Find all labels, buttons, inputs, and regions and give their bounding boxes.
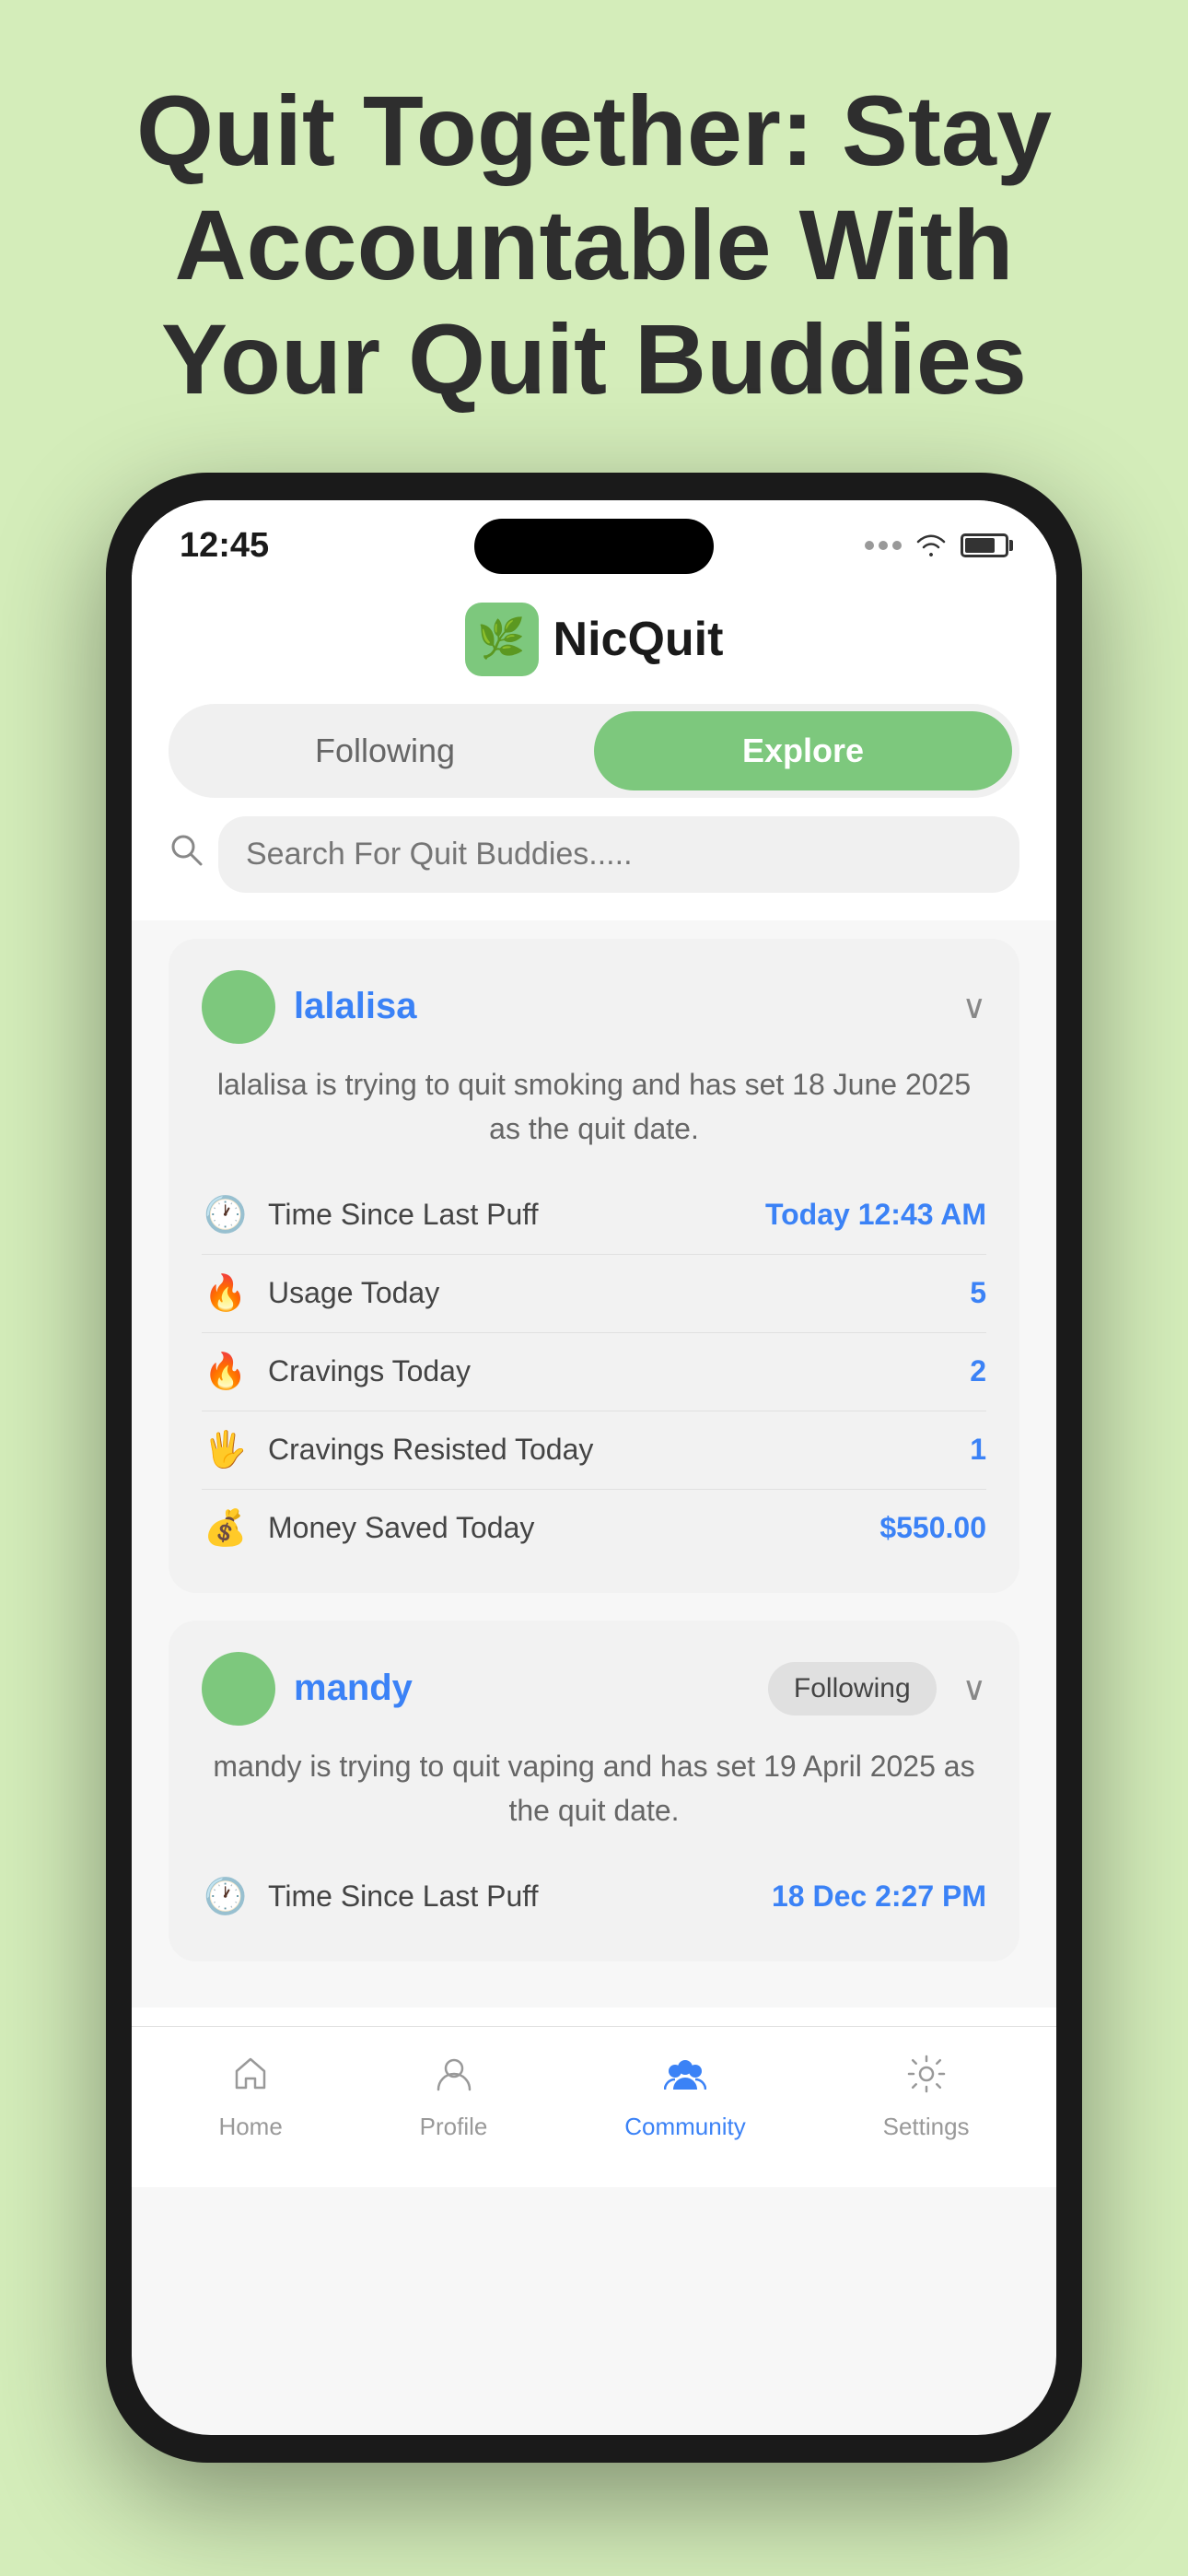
clock-icon: 🕐 [202, 1195, 250, 1235]
stat-usage-today: 🔥 Usage Today 5 [202, 1254, 986, 1332]
clock-icon-mandy: 🕐 [202, 1877, 250, 1917]
stats-list-mandy: 🕐 Time Since Last Puff 18 Dec 2:27 PM [202, 1858, 986, 1936]
stat-label-money: Money Saved Today [268, 1511, 861, 1545]
stat-time-since-puff-mandy: 🕐 Time Since Last Puff 18 Dec 2:27 PM [202, 1858, 986, 1936]
stat-label-time: Time Since Last Puff [268, 1198, 747, 1232]
stat-label-time-mandy: Time Since Last Puff [268, 1879, 753, 1914]
card-header-lalalisa: lalalisa ∨ [202, 970, 986, 1044]
user-description-mandy: mandy is trying to quit vaping and has s… [202, 1744, 986, 1832]
fire-icon-cravings: 🔥 [202, 1352, 250, 1392]
stat-value-cravings: 2 [970, 1354, 986, 1388]
app-icon: 🌿 [465, 603, 539, 676]
tab-switcher: Following Explore [169, 704, 1019, 798]
card-header-mandy: mandy Following ∨ [202, 1652, 986, 1726]
user-card-lalalisa: lalalisa ∨ lalalisa is trying to quit sm… [169, 939, 1019, 1593]
app-content: 🌿 NicQuit Following Explore [132, 575, 1056, 2026]
wifi-icon [914, 531, 948, 561]
money-icon: 💰 [202, 1508, 250, 1549]
nav-home-label: Home [218, 2113, 282, 2141]
stat-value-usage: 5 [970, 1276, 986, 1310]
avatar-mandy [202, 1652, 275, 1726]
search-input[interactable] [218, 816, 1019, 893]
hand-icon: 🖐️ [202, 1430, 250, 1470]
signal-dots [865, 541, 902, 550]
phone-frame: 12:45 [106, 473, 1082, 2463]
tab-following[interactable]: Following [176, 711, 594, 790]
stat-label-cravings: Cravings Today [268, 1354, 951, 1388]
stat-value-money: $550.00 [879, 1511, 986, 1545]
stat-time-since-puff: 🕐 Time Since Last Puff Today 12:43 AM [202, 1177, 986, 1254]
app-header: 🌿 NicQuit [132, 575, 1056, 695]
app-name: NicQuit [553, 612, 724, 667]
user-card-mandy: mandy Following ∨ mandy is trying to qui… [169, 1621, 1019, 1961]
status-icons [865, 531, 1008, 561]
stat-label-resisted: Cravings Resisted Today [268, 1433, 951, 1467]
nav-profile[interactable]: Profile [420, 2053, 488, 2141]
avatar-lalalisa [202, 970, 275, 1044]
nav-community-label: Community [624, 2113, 745, 2141]
stat-value-time-mandy: 18 Dec 2:27 PM [772, 1879, 986, 1914]
nav-profile-label: Profile [420, 2113, 488, 2141]
stat-label-usage: Usage Today [268, 1276, 951, 1310]
stat-money-saved: 💰 Money Saved Today $550.00 [202, 1489, 986, 1567]
following-button-mandy[interactable]: Following [768, 1662, 937, 1715]
nav-settings-label: Settings [883, 2113, 970, 2141]
search-bar [169, 816, 1019, 893]
stat-cravings-today: 🔥 Cravings Today 2 [202, 1332, 986, 1411]
profile-icon [433, 2053, 475, 2105]
username-lalalisa: lalalisa [294, 986, 937, 1027]
hero-title: Quit Together: Stay Accountable With You… [55, 74, 1133, 417]
search-icon [169, 832, 204, 876]
dynamic-island [474, 519, 714, 574]
username-mandy: mandy [294, 1668, 750, 1709]
stat-value-resisted: 1 [970, 1433, 986, 1467]
home-icon [229, 2053, 272, 2105]
nav-settings[interactable]: Settings [883, 2053, 970, 2141]
stat-value-time: Today 12:43 AM [765, 1198, 986, 1232]
settings-icon [905, 2053, 948, 2105]
community-icon [664, 2053, 706, 2105]
users-list: lalalisa ∨ lalalisa is trying to quit sm… [132, 920, 1056, 2008]
nav-home[interactable]: Home [218, 2053, 282, 2141]
bottom-nav: Home Profile [132, 2026, 1056, 2187]
stat-cravings-resisted: 🖐️ Cravings Resisted Today 1 [202, 1411, 986, 1489]
phone-screen: 12:45 [132, 500, 1056, 2435]
chevron-down-icon[interactable]: ∨ [962, 988, 986, 1026]
user-description-lalalisa: lalalisa is trying to quit smoking and h… [202, 1062, 986, 1151]
fire-icon-usage: 🔥 [202, 1273, 250, 1314]
tab-explore[interactable]: Explore [594, 711, 1012, 790]
stats-list-lalalisa: 🕐 Time Since Last Puff Today 12:43 AM 🔥 … [202, 1177, 986, 1567]
hero-section: Quit Together: Stay Accountable With You… [0, 0, 1188, 473]
nav-community[interactable]: Community [624, 2053, 745, 2141]
status-time: 12:45 [180, 526, 269, 566]
chevron-down-icon-mandy[interactable]: ∨ [962, 1669, 986, 1708]
battery-icon [961, 533, 1008, 557]
status-bar: 12:45 [132, 500, 1056, 575]
